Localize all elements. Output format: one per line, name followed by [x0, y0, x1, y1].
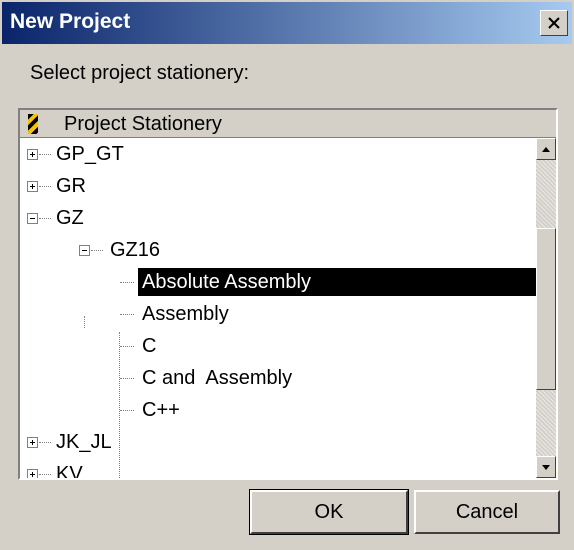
prompt-label: Select project stationery:	[30, 62, 249, 84]
tree-item-label: Absolute Assembly	[138, 268, 536, 296]
tree-item-gz[interactable]: GZ	[20, 202, 536, 234]
expand-icon[interactable]	[27, 469, 38, 478]
tree-item-absolute-assembly[interactable]: Absolute Assembly	[20, 266, 536, 298]
window-title: New Project	[10, 10, 131, 33]
tree-item-label: JK_JL	[56, 431, 112, 453]
close-icon	[548, 17, 560, 29]
tree-item-label: C	[142, 335, 157, 357]
tree-item-c-and-assembly[interactable]: C and Assembly	[20, 362, 536, 394]
tree-item-label: C++	[142, 399, 180, 421]
arrow-up-icon	[542, 147, 550, 152]
ok-button[interactable]: OK	[249, 489, 409, 535]
expand-icon[interactable]	[27, 181, 38, 192]
tree-item-kv[interactable]: KV	[20, 458, 536, 478]
title-bar[interactable]: New Project	[2, 2, 572, 44]
stationery-tree[interactable]: Project Stationery GP_GT GR GZ GZ16 Abso…	[18, 108, 558, 480]
stationery-icon	[28, 114, 38, 134]
tree-item-label: GZ16	[110, 239, 161, 261]
tree-item-label: GZ	[56, 207, 84, 229]
tree-item-jk-jl[interactable]: JK_JL	[20, 426, 536, 458]
tree-item-label: GR	[56, 175, 86, 197]
expand-icon[interactable]	[27, 437, 38, 448]
new-project-dialog: New Project Select project stationery: P…	[0, 0, 574, 550]
tree-item-gz16[interactable]: GZ16	[20, 234, 536, 266]
tree-body[interactable]: GP_GT GR GZ GZ16 Absolute Assembly Assem…	[20, 138, 536, 478]
tree-item-label: C and Assembly	[142, 367, 293, 389]
tree-item-cpp[interactable]: C++	[20, 394, 536, 426]
collapse-icon[interactable]	[27, 213, 38, 224]
vertical-scrollbar[interactable]	[536, 138, 556, 478]
arrow-down-icon	[542, 465, 550, 470]
tree-header-label: Project Stationery	[64, 113, 222, 135]
close-button[interactable]	[540, 10, 568, 36]
tree-item-c[interactable]: C	[20, 330, 536, 362]
scroll-down-button[interactable]	[536, 456, 556, 478]
collapse-icon[interactable]	[79, 245, 90, 256]
tree-header[interactable]: Project Stationery	[20, 110, 556, 138]
tree-item-gp-gt[interactable]: GP_GT	[20, 138, 536, 170]
tree-item-label: KV	[56, 463, 83, 478]
tree-item-assembly[interactable]: Assembly	[20, 298, 536, 330]
scroll-up-button[interactable]	[536, 138, 556, 160]
scroll-thumb[interactable]	[536, 228, 556, 390]
cancel-button[interactable]: Cancel	[414, 490, 560, 534]
tree-item-gr[interactable]: GR	[20, 170, 536, 202]
expand-icon[interactable]	[27, 149, 38, 160]
tree-item-label: Assembly	[142, 303, 229, 325]
tree-item-label: GP_GT	[56, 143, 124, 165]
